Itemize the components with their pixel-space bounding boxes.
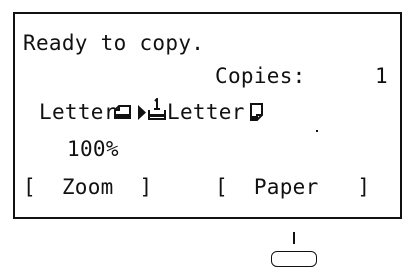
lcd-screen: Ready to copy. Copies: 1 Letter Letter 1… [13,12,402,219]
output-size-label: Letter [167,100,245,124]
arrow-right-icon [138,105,146,120]
cursor-dot [316,130,318,132]
status-message: Ready to copy. [23,31,205,55]
landscape-original-icon [113,104,132,120]
zoom-softkey[interactable]: [ Zoom ] [23,175,152,199]
paper-tray-1-icon [148,98,166,120]
paper-softkey[interactable]: [ Paper ] [215,175,370,199]
copies-label: Copies: [215,64,306,88]
zoom-ratio: 100% [67,137,119,161]
portrait-paper-icon [249,103,264,121]
right-select-key[interactable] [271,251,317,267]
softkey-pointer-line [293,232,295,244]
original-size-label: Letter [39,100,117,124]
copies-count: 1 [375,64,388,88]
